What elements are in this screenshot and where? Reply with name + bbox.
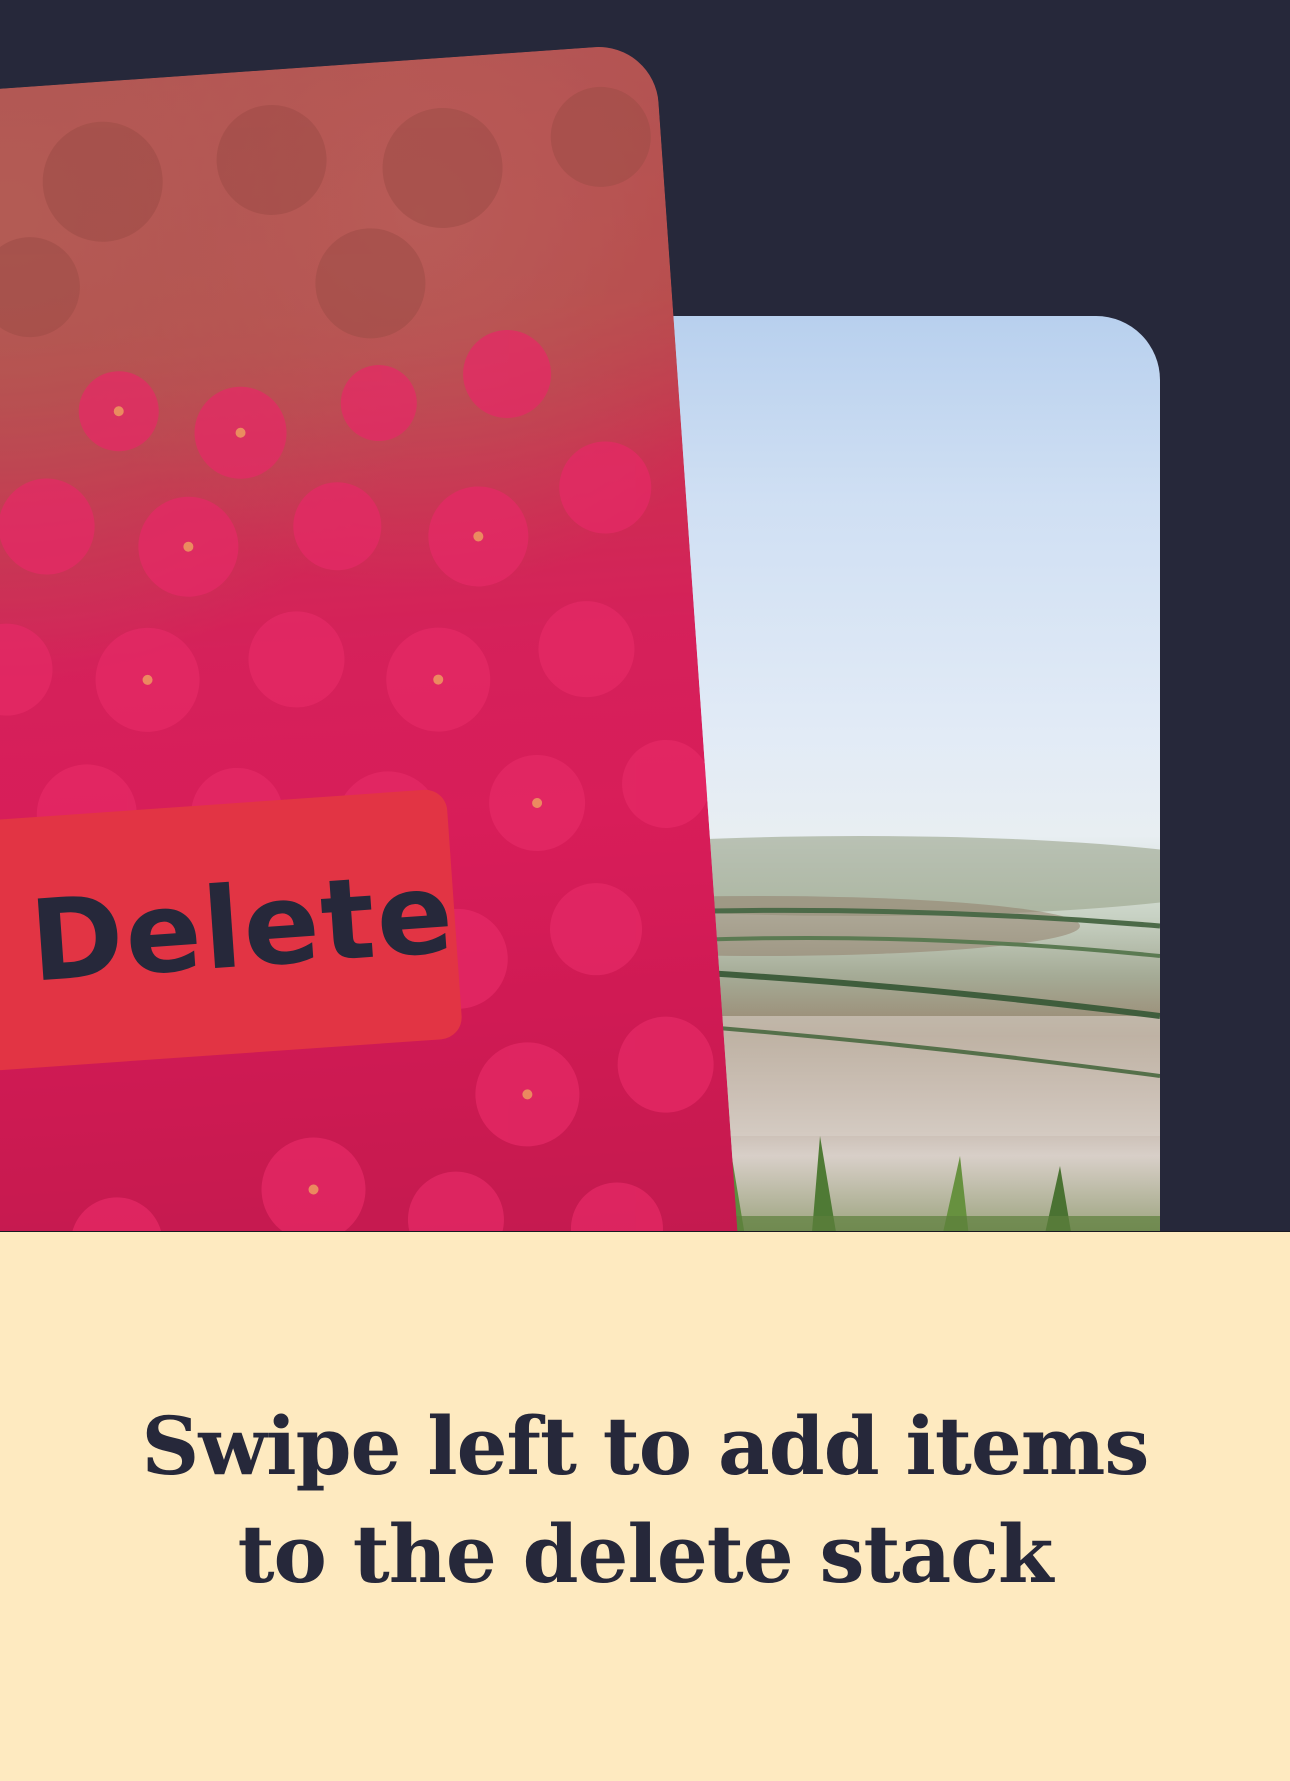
onboarding-caption: Swipe left to add items to the delete st… [0,1392,1290,1608]
caption-panel: Swipe left to add items to the delete st… [0,1232,1290,1781]
caption-line-2: to the delete stack [237,1507,1054,1601]
divider [0,1231,1290,1232]
card-stack-area: Delete [0,0,1290,1232]
delete-badge: Delete [0,788,464,1072]
caption-line-1: Swipe left to add items [141,1399,1150,1493]
delete-badge-label: Delete [26,848,459,1008]
